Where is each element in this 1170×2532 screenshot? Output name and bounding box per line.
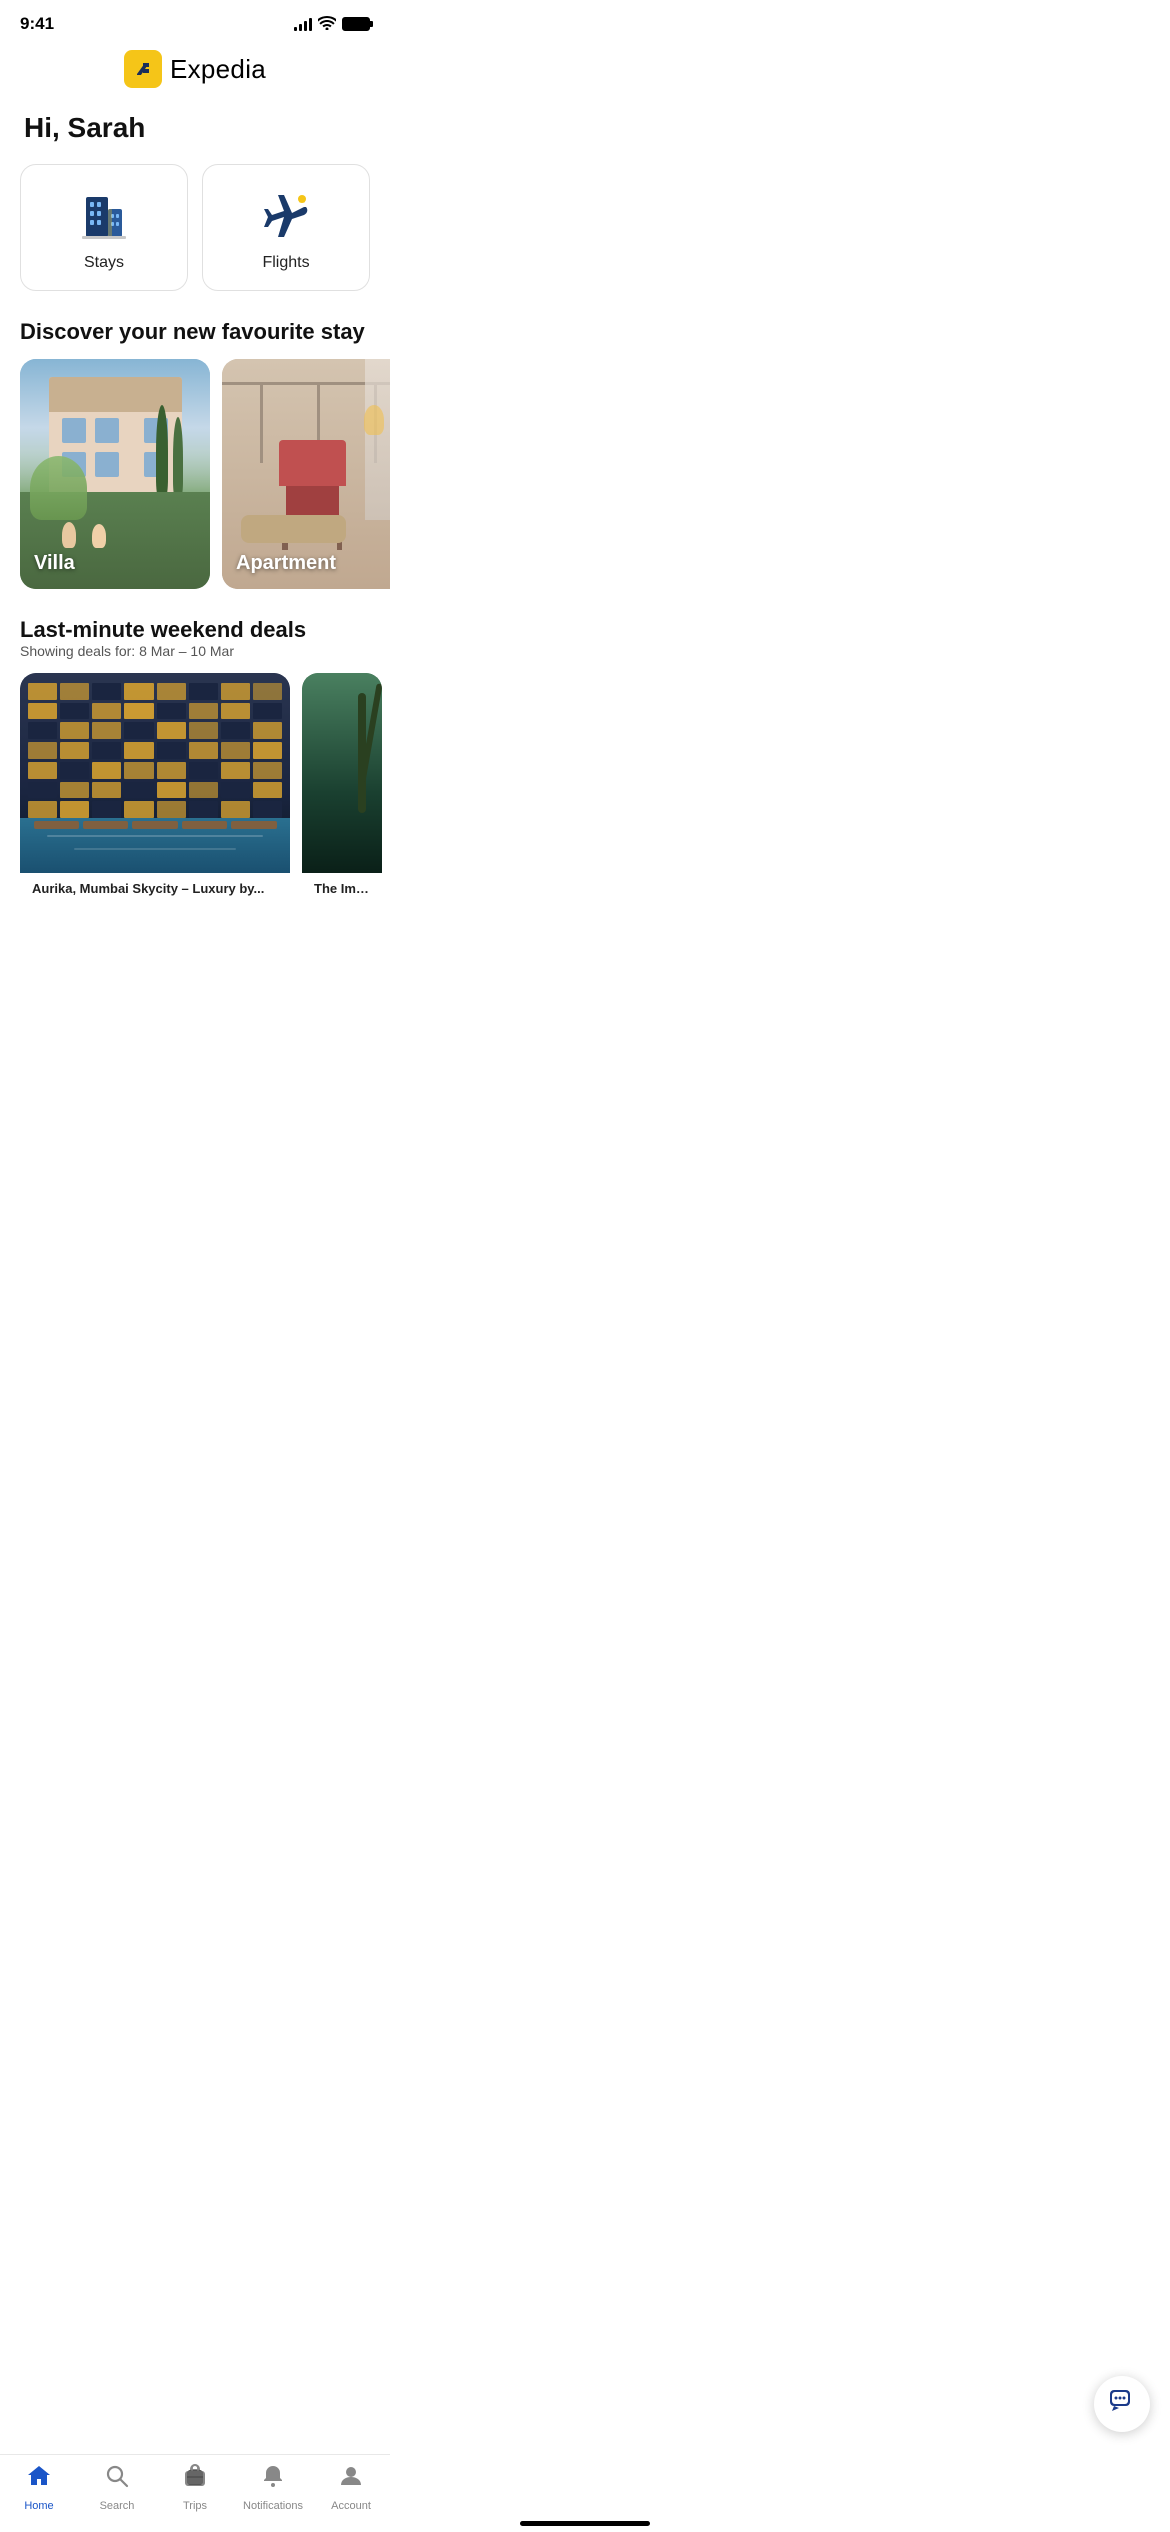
- aurika-deal-name: Aurika, Mumbai Skycity – Luxury by...: [20, 873, 290, 896]
- second-deal-card[interactable]: The Imr...: [302, 673, 382, 896]
- chat-support-fab[interactable]: [1094, 2376, 1150, 2432]
- stay-cards-scroll[interactable]: Villa Apartment: [0, 359, 390, 617]
- expedia-logo: Expedia: [124, 50, 266, 88]
- expedia-logo-text: Expedia: [170, 54, 266, 85]
- deals-subtitle: Showing deals for: 8 Mar – 10 Mar: [0, 643, 390, 673]
- chat-icon: [1108, 2387, 1136, 2422]
- nav-home[interactable]: Home: [9, 2463, 69, 2512]
- expedia-logo-icon: [124, 50, 162, 88]
- search-nav-label: Search: [100, 2500, 135, 2512]
- second-deal-name: The Imr...: [302, 873, 382, 896]
- apartment-label: Apartment: [236, 552, 336, 575]
- battery-icon: [342, 17, 370, 31]
- trips-icon: [182, 2463, 208, 2496]
- nav-notifications[interactable]: Notifications: [243, 2463, 303, 2512]
- villa-card[interactable]: Villa: [20, 359, 210, 589]
- flights-label: Flights: [262, 254, 309, 272]
- flights-card[interactable]: Flights: [202, 164, 370, 291]
- nav-trips[interactable]: Trips: [165, 2463, 225, 2512]
- notifications-icon: [260, 2463, 286, 2496]
- discover-section-title: Discover your new favourite stay: [0, 319, 390, 359]
- greeting-text: Hi, Sarah: [24, 112, 366, 144]
- notifications-nav-label: Notifications: [243, 2500, 303, 2512]
- home-nav-label: Home: [24, 2500, 53, 2512]
- app-header: Expedia: [0, 40, 390, 104]
- nav-account[interactable]: Account: [321, 2463, 381, 2512]
- category-grid: Stays Flights: [0, 164, 390, 319]
- apartment-card[interactable]: Apartment: [222, 359, 390, 589]
- status-bar: 9:41: [0, 0, 390, 40]
- status-icons: [294, 16, 370, 33]
- stays-card[interactable]: Stays: [20, 164, 188, 291]
- deal-cards-scroll[interactable]: Aurika, Mumbai Skycity – Luxury by... Th…: [0, 673, 390, 916]
- home-indicator: [520, 2521, 650, 2526]
- account-nav-label: Account: [331, 2500, 371, 2512]
- stays-icon: [74, 189, 134, 244]
- home-icon: [26, 2463, 52, 2496]
- stays-label: Stays: [84, 254, 124, 272]
- signal-icon: [294, 17, 312, 31]
- trips-nav-label: Trips: [183, 2500, 207, 2512]
- search-icon: [104, 2463, 130, 2496]
- status-time: 9:41: [20, 14, 54, 34]
- villa-label: Villa: [34, 552, 75, 575]
- greeting-section: Hi, Sarah: [0, 104, 390, 164]
- nav-search[interactable]: Search: [87, 2463, 147, 2512]
- wifi-icon: [318, 16, 336, 33]
- flights-icon: [256, 189, 316, 244]
- aurika-deal-card[interactable]: Aurika, Mumbai Skycity – Luxury by...: [20, 673, 290, 896]
- account-icon: [338, 2463, 364, 2496]
- bottom-nav: Home Search T: [0, 2454, 390, 2532]
